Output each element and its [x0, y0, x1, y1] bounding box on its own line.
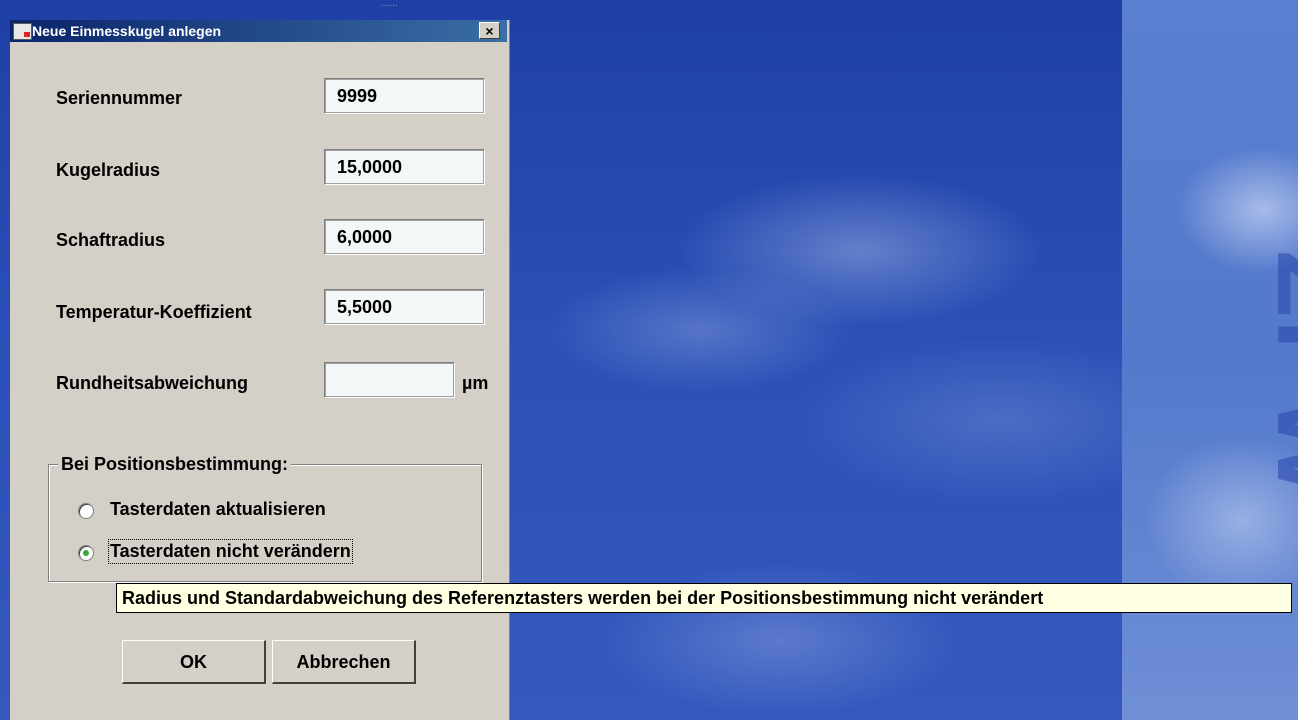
seriennummer-label: Seriennummer: [56, 88, 183, 108]
ok-button[interactable]: OK: [122, 640, 266, 684]
close-button[interactable]: ×: [479, 22, 500, 39]
radio-tasterdaten-nicht-veraendern[interactable]: [78, 545, 94, 561]
radio-tasterdaten-aktualisieren[interactable]: [78, 503, 94, 519]
top-dots-decoration: ......: [381, 0, 398, 9]
background-brand-text: ZPW: [1254, 250, 1298, 501]
new-calibration-sphere-dialog: Neue Einmesskugel anlegen × Seriennummer…: [10, 20, 510, 720]
radio-label-tasterdaten-aktualisieren[interactable]: Tasterdaten aktualisieren: [110, 499, 326, 520]
kugelradius-label: Kugelradius: [56, 160, 161, 180]
rundheitsabweichung-unit: µm: [462, 373, 489, 393]
position-groupbox: [48, 464, 482, 582]
radio-label-tasterdaten-nicht-veraendern[interactable]: Tasterdaten nicht verändern: [108, 539, 353, 564]
temperatur-koeffizient-input[interactable]: [324, 289, 485, 325]
temperatur-koeffizient-label: Temperatur-Koeffizient: [56, 302, 252, 322]
rundheitsabweichung-input[interactable]: [324, 362, 455, 398]
kugelradius-input[interactable]: [324, 149, 485, 185]
window-app-icon: [13, 23, 32, 40]
cancel-button[interactable]: Abbrechen: [272, 640, 416, 684]
schaftradius-label: Schaftradius: [56, 230, 166, 250]
dialog-title: Neue Einmesskugel anlegen: [32, 23, 222, 39]
seriennummer-input[interactable]: [324, 78, 485, 114]
tooltip-radio-hint: Radius und Standardabweichung des Refere…: [116, 583, 1292, 613]
dialog-titlebar[interactable]: Neue Einmesskugel anlegen ×: [10, 20, 507, 42]
rundheitsabweichung-label: Rundheitsabweichung: [56, 373, 249, 393]
position-group-legend: Bei Positionsbestimmung:: [58, 454, 292, 475]
schaftradius-input[interactable]: [324, 219, 485, 255]
